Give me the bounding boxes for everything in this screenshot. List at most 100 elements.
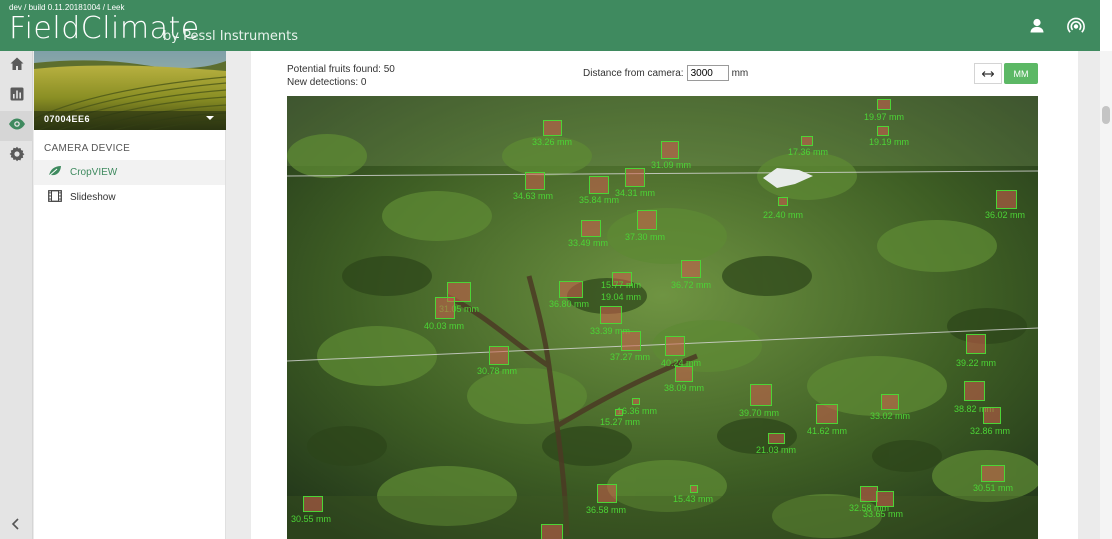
detection-label: 33.65 mm: [863, 509, 904, 519]
fruits-found-text: Potential fruits found: 50: [287, 64, 395, 75]
detection-box[interactable]: [964, 381, 985, 401]
detection-label: 31.09 mm: [651, 160, 692, 170]
header-edge: [1100, 0, 1112, 51]
detection-box[interactable]: [877, 126, 889, 136]
detection-label: 15.77 mm: [601, 280, 642, 290]
station-name: 07004EE6: [44, 114, 91, 124]
logo-subtitle: by Pessl Instruments: [163, 29, 299, 44]
detection-box[interactable]: [983, 407, 1001, 424]
detection-box[interactable]: [768, 433, 785, 444]
detection-box[interactable]: [600, 306, 622, 324]
detection-label: 39.70 mm: [739, 408, 780, 418]
detection-label: 38.09 mm: [664, 383, 705, 393]
detection-label: 36.58 mm: [586, 505, 627, 515]
detection-box[interactable]: [541, 524, 563, 539]
detection-box[interactable]: [435, 297, 455, 319]
icon-rail: [0, 51, 33, 539]
sidebar-item-slideshow[interactable]: Slideshow: [34, 185, 225, 210]
detection-box[interactable]: [690, 485, 698, 493]
detection-label: 30.78 mm: [477, 366, 518, 376]
detection-label: 39.22 mm: [956, 358, 997, 368]
detection-label: 37.27 mm: [610, 352, 651, 362]
detection-label: 41.62 mm: [807, 426, 848, 436]
detection-box[interactable]: [801, 136, 813, 146]
app-header: dev / build 0.11.20181004 / Leek FieldCl…: [0, 0, 1100, 51]
detection-box[interactable]: [632, 398, 640, 405]
rail-camera[interactable]: [0, 111, 33, 141]
detection-label: 34.63 mm: [513, 191, 554, 201]
distance-input[interactable]: [686, 65, 729, 81]
detection-box[interactable]: [581, 220, 601, 237]
detection-label: 21.03 mm: [756, 445, 797, 455]
chevron-left-icon[interactable]: [9, 517, 23, 531]
rail-home[interactable]: [0, 51, 33, 81]
detection-box[interactable]: [589, 176, 609, 194]
detection-label: 16.36 mm: [617, 406, 658, 416]
detection-label: 36.02 mm: [985, 210, 1026, 220]
distance-control: Distance from camera: mm: [583, 65, 748, 81]
detection-box[interactable]: [816, 404, 838, 424]
detection-box[interactable]: [615, 409, 623, 416]
detection-label: 36.72 mm: [671, 280, 712, 290]
detection-box[interactable]: [876, 491, 894, 507]
swap-button[interactable]: [974, 63, 1002, 84]
antenna-icon[interactable]: [1066, 16, 1086, 36]
rail-charts[interactable]: [0, 81, 33, 111]
detection-label: 33.26 mm: [532, 137, 573, 147]
sidebar-item-label: Slideshow: [70, 192, 116, 203]
scrollbar[interactable]: [1100, 51, 1112, 539]
detection-box[interactable]: [525, 172, 545, 190]
new-detections-text: New detections: 0: [287, 77, 367, 88]
user-icon[interactable]: [1027, 16, 1047, 36]
detection-box[interactable]: [665, 336, 685, 356]
rail-settings[interactable]: [0, 141, 33, 171]
detection-box[interactable]: [966, 334, 986, 354]
detection-box[interactable]: [996, 190, 1017, 209]
detection-box[interactable]: [681, 260, 701, 278]
detection-label: 33.49 mm: [568, 238, 609, 248]
detection-box[interactable]: [881, 394, 899, 410]
arrows-horizontal-icon: [981, 65, 995, 83]
detection-box[interactable]: [543, 120, 562, 136]
detection-label: 15.27 mm: [600, 417, 641, 427]
eye-icon: [8, 117, 26, 136]
station-selector[interactable]: 07004EE6: [34, 51, 226, 130]
detection-label: 40.03 mm: [424, 321, 465, 331]
detection-box[interactable]: [750, 384, 772, 406]
detection-box[interactable]: [303, 496, 323, 512]
detection-label: 22.40 mm: [763, 210, 804, 220]
gear-icon: [9, 146, 25, 167]
detection-box[interactable]: [661, 141, 679, 159]
detection-label: 36.80 mm: [549, 299, 590, 309]
leaf-icon: [48, 165, 62, 180]
detection-box[interactable]: [625, 168, 645, 187]
mm-button[interactable]: MM: [1004, 63, 1038, 84]
detection-box[interactable]: [489, 346, 509, 365]
orchard-photo[interactable]: 33.26 mm 19.97 mm 17.36 mm 19.19 mm 31.0…: [287, 96, 1038, 539]
detection-box[interactable]: [981, 465, 1005, 482]
detection-label: 19.19 mm: [869, 137, 910, 147]
detection-box[interactable]: [621, 331, 641, 351]
detection-label: 30.55 mm: [291, 514, 332, 524]
detection-box[interactable]: [637, 210, 657, 230]
distance-unit: mm: [731, 67, 749, 79]
side-panel: 07004EE6 CAMERA DEVICE CropVIEW Slidesho…: [34, 51, 226, 539]
detection-label: 19.04 mm: [601, 292, 642, 302]
caret-down-icon: [206, 116, 214, 120]
detection-box[interactable]: [597, 484, 617, 503]
detection-label: 17.36 mm: [788, 147, 829, 157]
detection-box[interactable]: [778, 197, 788, 206]
detection-label: 33.02 mm: [870, 411, 911, 421]
detection-label: 30.51 mm: [973, 483, 1014, 493]
film-icon: [48, 190, 62, 205]
distance-label: Distance from camera:: [583, 67, 684, 79]
detection-box[interactable]: [877, 99, 891, 110]
sidebar-item-label: CropVIEW: [70, 167, 118, 178]
detection-box[interactable]: [559, 281, 583, 298]
chart-icon: [9, 86, 25, 107]
section-title: CAMERA DEVICE: [44, 143, 131, 154]
detection-box[interactable]: [675, 366, 693, 382]
main-content: Potential fruits found: 50 New detection…: [251, 51, 1078, 539]
detection-label: 35.84 mm: [579, 195, 620, 205]
sidebar-item-cropview[interactable]: CropVIEW: [34, 160, 225, 185]
